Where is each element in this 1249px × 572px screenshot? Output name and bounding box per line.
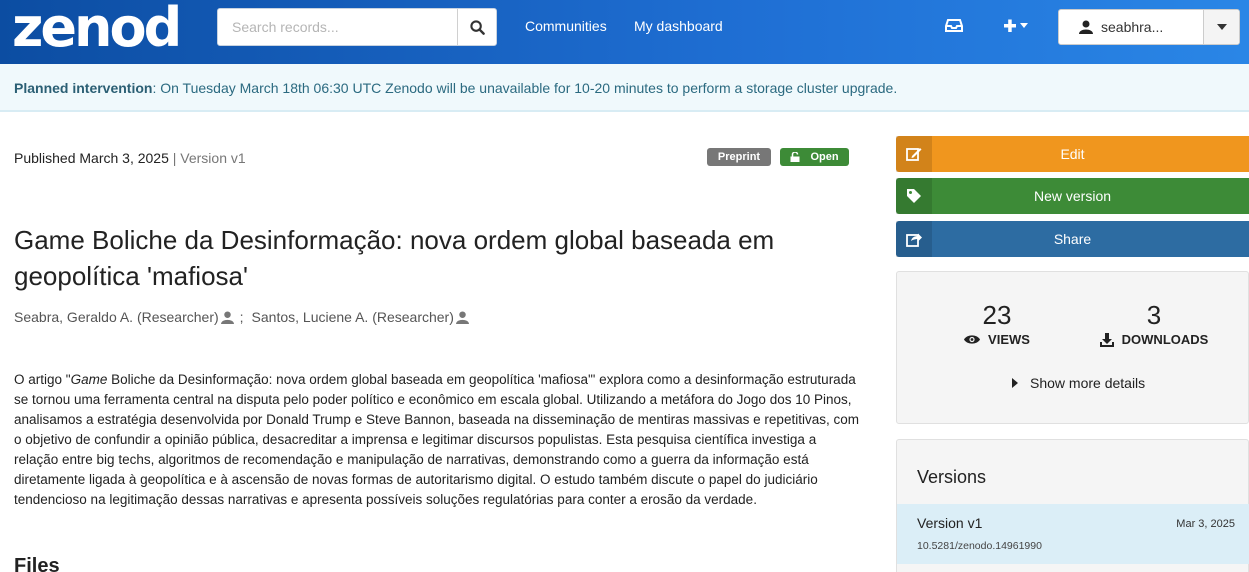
access-badge: Open [780,148,849,166]
creator-name: Seabra, Geraldo A. (Researcher) [14,309,219,325]
new-version-button[interactable]: New version [896,178,1249,214]
downloads-stat: 3 DOWNLOADS [1079,300,1229,347]
download-icon [1099,332,1114,347]
creator-item[interactable]: Seabra, Geraldo A. (Researcher) [14,309,234,325]
edit-button[interactable]: Edit [896,136,1249,172]
plus-icon [1004,19,1028,32]
description-body: Boliche da Desinformação: nova ordem glo… [14,372,859,507]
user-name: seabhra... [1101,19,1164,35]
share-button[interactable]: Share [896,221,1249,257]
search-icon [470,19,485,35]
downloads-count: 3 [1146,300,1162,330]
unlock-icon [790,152,800,162]
description-italic: Game [70,372,108,387]
version-date: Mar 3, 2025 [1176,518,1235,530]
creator-item[interactable]: Santos, Luciene A. (Researcher) [252,309,469,325]
version-doi: 10.5281/zenodo.14961990 [917,540,1042,552]
access-label: Open [810,151,839,163]
version-name: Version v1 [917,515,983,531]
search-button[interactable] [457,9,497,45]
version-item[interactable]: Version v1 Mar 3, 2025 10.5281/zenodo.14… [897,504,1249,564]
user-icon [220,310,234,324]
edit-label: Edit [1060,146,1085,162]
resource-type-label: Preprint [717,151,761,163]
record-version: Version v1 [180,150,246,166]
caret-right-icon [1012,378,1018,388]
nav-communities[interactable]: Communities [525,18,607,34]
description-prefix: O artigo " [14,372,71,387]
nav-my-dashboard[interactable]: My dashboard [634,18,723,34]
show-more-details[interactable]: Show more details [1012,375,1145,391]
versions-panel: Versions Version v1 Mar 3, 2025 10.5281/… [896,439,1249,572]
new-version-label: New version [1033,188,1112,204]
published-date: Published March 3, 2025 [14,150,169,166]
downloads-label: DOWNLOADS [1121,332,1209,347]
user-icon [1079,20,1093,34]
more-details-label: Show more details [1030,375,1146,391]
resource-type-badge: Preprint [707,148,771,166]
record-title: Game Boliche da Desinformação: nova orde… [14,225,775,291]
eye-icon [964,335,981,344]
views-stat: 23 VIEWS [922,300,1072,347]
logo-text: zenodo [12,0,178,56]
share-label: Share [1053,231,1092,247]
publication-info: Published March 3, 2025 | Version v1 [14,150,246,166]
search-box [217,8,497,46]
meta-separator: | [172,150,177,166]
search-input[interactable] [218,9,457,45]
user-icon [455,310,469,324]
tag-icon [896,178,932,214]
banner-message: : On Tuesday March 18th 06:30 UTC Zenodo… [152,80,898,96]
user-dropdown-toggle[interactable] [1204,10,1239,44]
stats-panel: 23 VIEWS 3 DOWNLOADS Show more details [896,271,1249,424]
record-description: O artigo "Game Boliche da Desinformação:… [14,370,859,510]
zenodo-logo[interactable]: zenodo [12,0,178,56]
files-heading: Files [14,555,60,572]
user-menu: seabhra... [1058,9,1240,45]
maintenance-banner: Planned intervention: On Tuesday March 1… [0,64,1249,112]
views-count: 23 [982,300,1012,330]
chevron-down-icon [1216,24,1227,30]
edit-icon [896,136,932,172]
user-button[interactable]: seabhra... [1059,10,1205,44]
inbox-icon[interactable] [945,16,963,37]
banner-label: Planned intervention [14,80,153,96]
new-upload-menu[interactable] [1003,18,1031,37]
views-label: VIEWS [988,332,1030,347]
share-icon [896,221,932,257]
top-navbar: zenodo Communities My dashboard [0,0,1249,64]
creators-list: Seabra, Geraldo A. (Researcher) ; Santos… [14,309,469,325]
author-separator: ; [239,309,244,325]
versions-title: Versions [917,467,987,487]
creator-name: Santos, Luciene A. (Researcher) [251,309,454,325]
